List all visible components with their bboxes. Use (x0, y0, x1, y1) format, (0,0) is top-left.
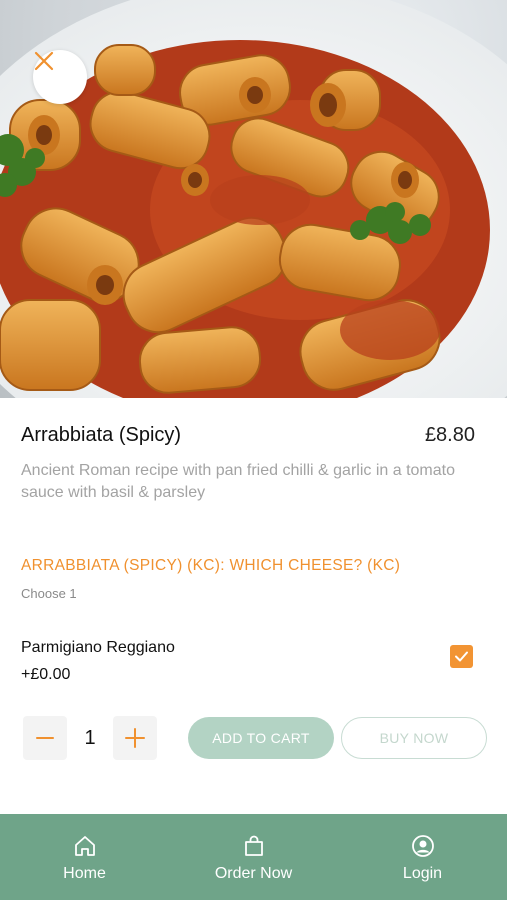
nav-label-home: Home (63, 865, 106, 882)
product-title: Arrabbiata (Spicy) (21, 424, 182, 446)
nav-item-order-now[interactable]: Order Now (169, 814, 338, 900)
quantity-value: 1 (84, 727, 96, 749)
add-to-cart-button[interactable]: ADD TO CART (188, 717, 334, 759)
checkmark-icon (455, 651, 468, 662)
product-price: £8.80 (424, 424, 475, 446)
nav-item-home[interactable]: Home (0, 814, 169, 900)
bag-icon (244, 835, 263, 856)
option-checkbox[interactable] (450, 645, 473, 668)
product-image (0, 0, 507, 398)
product-description: Ancient Roman recipe with pan fried chil… (21, 462, 455, 501)
quantity-decrease-button[interactable] (23, 716, 67, 760)
option-group-heading: ARRABBIATA (SPICY) (KC): WHICH CHEESE? (… (21, 557, 401, 574)
nav-label-login: Login (402, 865, 443, 882)
user-icon (411, 835, 434, 857)
bottom-nav: Home Order Now Login (0, 814, 507, 900)
close-button[interactable] (33, 50, 87, 104)
quantity-increase-button[interactable] (113, 716, 157, 760)
nav-label-order-now: Order Now (214, 865, 293, 882)
option-name: Parmigiano Reggiano (21, 639, 175, 656)
minus-icon (36, 737, 54, 739)
nav-item-login[interactable]: Login (338, 814, 507, 900)
option-price: +£0.00 (21, 666, 71, 683)
product-header: Arrabbiata (Spicy) £8.80 (21, 424, 475, 447)
plus-icon (125, 728, 145, 748)
buy-now-button[interactable]: BUY NOW (341, 717, 487, 759)
home-icon (74, 836, 95, 856)
close-icon (34, 51, 54, 71)
option-group-instruction: Choose 1 (21, 586, 77, 601)
